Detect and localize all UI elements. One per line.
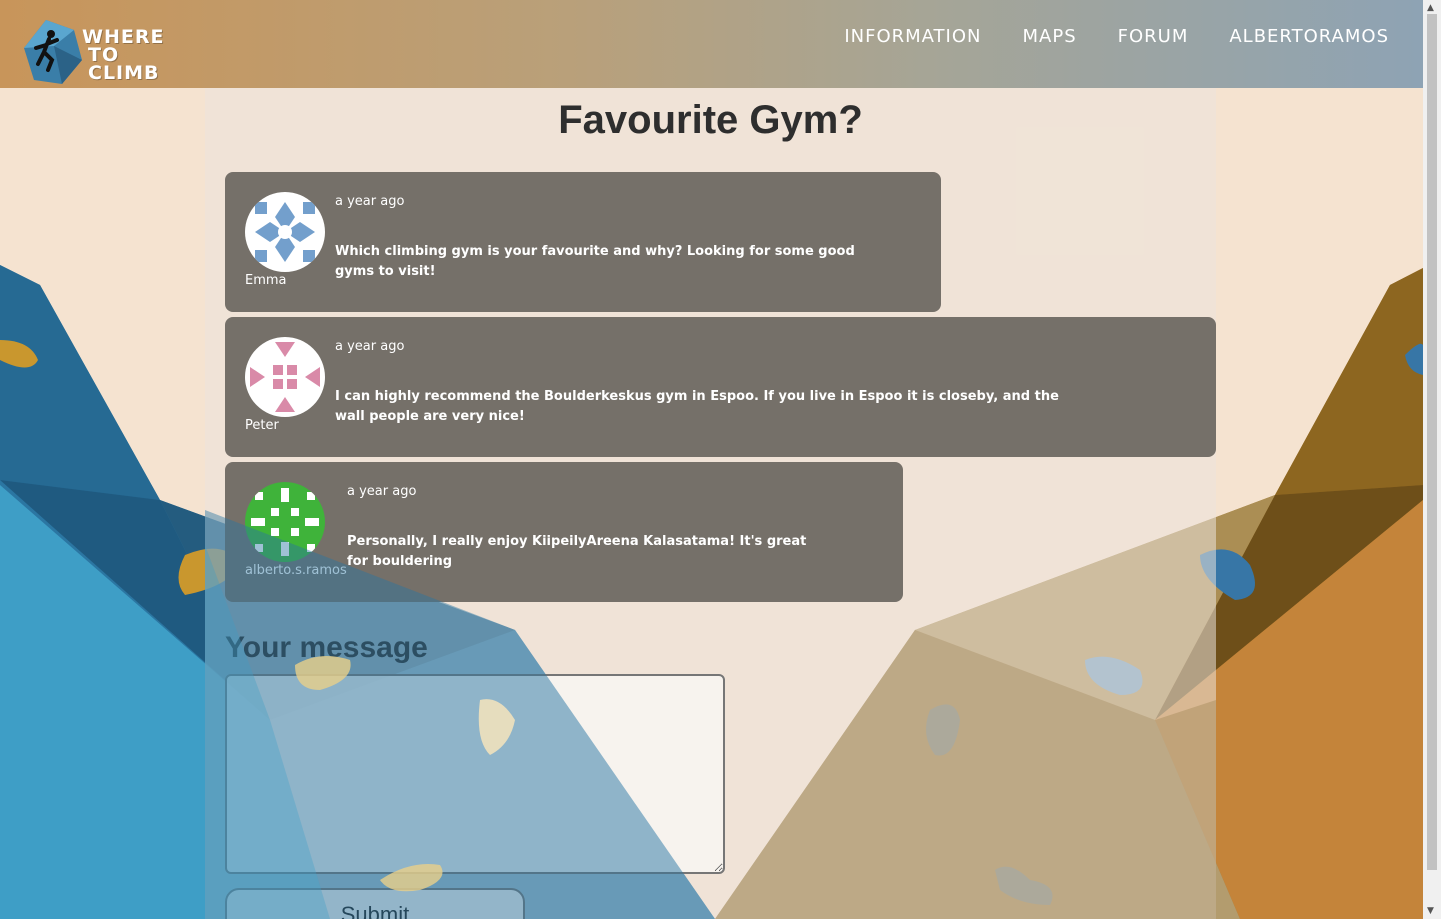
post-author: Emma [245,273,287,288]
site-header: WHERE TO CLIMB INFORMATION MAPS FORUM AL… [0,0,1423,88]
page-scrollbar[interactable]: ▲ ▼ [1423,0,1441,919]
post-timestamp: a year ago [347,484,417,499]
nav-user-profile[interactable]: ALBERTORAMOS [1229,26,1389,47]
scroll-down-icon[interactable]: ▼ [1427,906,1434,916]
reply-heading: Your message [225,631,428,664]
nav-maps[interactable]: MAPS [1023,26,1077,47]
post-author: alberto.s.ramos [245,563,347,578]
scroll-up-icon[interactable]: ▲ [1427,3,1434,13]
identicon-icon [245,337,325,417]
avatar [245,337,325,417]
forum-post: alberto.s.ramos a year ago Personally, I… [225,462,903,602]
climber-logo-icon [24,20,82,84]
avatar [245,482,325,562]
post-timestamp: a year ago [335,339,405,354]
nav-forum[interactable]: FORUM [1118,26,1189,47]
identicon-icon [245,482,325,562]
avatar [245,192,325,272]
forum-post: Emma a year ago Which climbing gym is yo… [225,172,941,312]
identicon-icon [245,192,325,272]
nav-information[interactable]: INFORMATION [844,26,981,47]
post-timestamp: a year ago [335,194,405,209]
reply-textarea[interactable] [225,674,725,874]
logo-wordmark: WHERE TO CLIMB [82,26,165,84]
main-nav: INFORMATION MAPS FORUM ALBERTORAMOS [844,26,1389,47]
post-message: I can highly recommend the Boulderkeskus… [335,389,1059,424]
post-author: Peter [245,418,279,433]
forum-post: Peter a year ago I can highly recommend … [225,317,1216,457]
thread-panel: Favourite Gym? Emma a year ago Which cli… [205,88,1216,919]
submit-label: Submit [340,902,410,919]
thread-title: Favourite Gym? [558,98,863,142]
site-logo[interactable]: WHERE TO CLIMB [24,18,194,88]
submit-button[interactable]: Submit [225,888,525,919]
scrollbar-thumb[interactable] [1427,14,1437,870]
post-message: Which climbing gym is your favourite and… [335,244,855,279]
post-message: Personally, I really enjoy KiipeilyAreen… [347,534,807,569]
